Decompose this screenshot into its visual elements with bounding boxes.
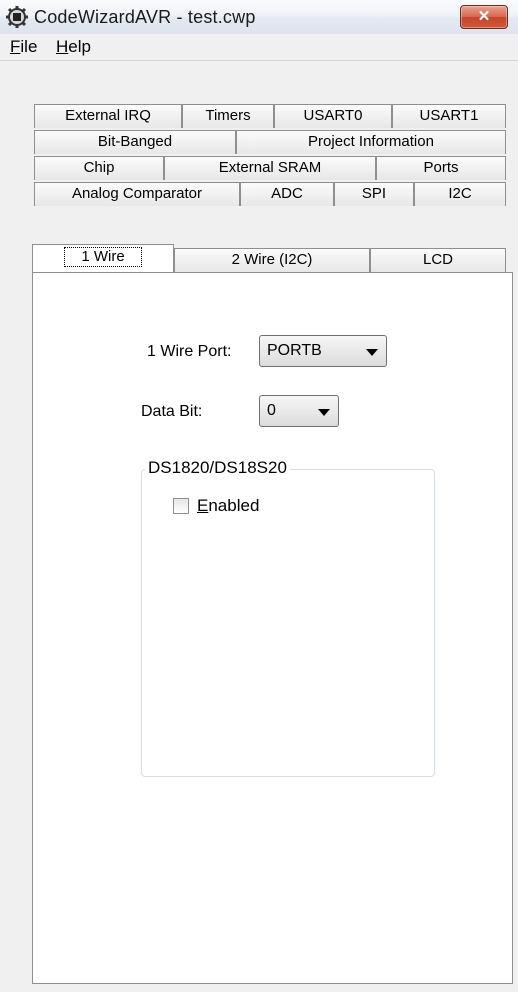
gear-chip-icon: [6, 6, 28, 28]
tab-analog-comparator[interactable]: Analog Comparator: [34, 182, 240, 206]
tab-1-wire[interactable]: 1 Wire: [32, 244, 174, 272]
tab-adc[interactable]: ADC: [240, 182, 334, 206]
tab-label: USART0: [303, 107, 363, 124]
menu-file-label: ile: [20, 37, 38, 56]
data-bit-select-value: 0: [267, 402, 276, 419]
tab-label: 2 Wire (I2C): [231, 251, 313, 268]
ds1820-group-title: DS1820/DS18S20: [145, 458, 290, 478]
tab-bit-banged[interactable]: Bit-Banged: [34, 130, 236, 154]
tab-label: Timers: [205, 107, 251, 124]
tab-label: ADC: [271, 185, 303, 202]
tab-spi[interactable]: SPI: [334, 182, 414, 206]
tab-label: External SRAM: [218, 159, 322, 176]
tab-external-irq[interactable]: External IRQ: [34, 104, 182, 128]
tab-label: Analog Comparator: [71, 185, 203, 202]
tab-label: I2C: [448, 185, 472, 202]
menu-file[interactable]: File: [10, 37, 37, 57]
tab-ports[interactable]: Ports: [376, 156, 506, 180]
window-title: CodeWizardAVR - test.cwp: [34, 7, 256, 27]
tab-label: Chip: [83, 159, 115, 176]
tab-label: SPI: [361, 185, 387, 202]
tab-label: Project Information: [308, 133, 434, 150]
tab-label: USART1: [419, 107, 479, 124]
enabled-label-text: nabled: [208, 496, 260, 515]
title-bar: CodeWizardAVR - test.cwp ✕: [0, 0, 518, 35]
tab-label: External IRQ: [65, 107, 151, 124]
menu-help-label: elp: [68, 37, 91, 56]
tab-lcd[interactable]: LCD: [370, 248, 506, 272]
tab-project-information[interactable]: Project Information: [236, 130, 506, 154]
tab-label: 1 Wire: [64, 247, 142, 267]
tab-external-sram[interactable]: External SRAM: [164, 156, 376, 180]
menu-bar: File Help: [0, 34, 518, 61]
tab-usart1[interactable]: USART1: [392, 104, 506, 128]
data-bit-select[interactable]: 0: [259, 395, 339, 427]
chevron-down-icon: [366, 349, 378, 356]
tab-usart0[interactable]: USART0: [274, 104, 392, 128]
menu-help-accel: H: [56, 37, 69, 56]
tab-i2c[interactable]: I2C: [414, 182, 506, 206]
ds1820-groupbox: [141, 469, 435, 777]
menu-help[interactable]: Help: [56, 37, 91, 57]
menu-file-accel: F: [10, 37, 21, 56]
tab-label: Bit-Banged: [97, 133, 173, 150]
close-icon: ✕: [477, 8, 491, 25]
port-select[interactable]: PORTB: [259, 335, 387, 367]
enabled-accel: E: [197, 496, 209, 515]
chevron-down-icon: [318, 409, 330, 416]
tab-chip[interactable]: Chip: [34, 156, 164, 180]
port-select-value: PORTB: [267, 342, 322, 359]
enabled-checkbox[interactable]: [173, 498, 189, 514]
one-wire-panel: 1 Wire Port: PORTB Data Bit: 0 DS1820/DS…: [32, 272, 513, 984]
tab-label: Ports: [423, 159, 459, 176]
data-bit-label: Data Bit:: [141, 403, 203, 420]
tab-label: LCD: [422, 251, 453, 268]
tab-timers[interactable]: Timers: [182, 104, 274, 128]
enabled-label[interactable]: Enabled: [197, 496, 259, 516]
tab-2-wire-i2c[interactable]: 2 Wire (I2C): [174, 248, 370, 272]
close-button[interactable]: ✕: [460, 5, 508, 29]
port-label: 1 Wire Port:: [147, 343, 232, 360]
